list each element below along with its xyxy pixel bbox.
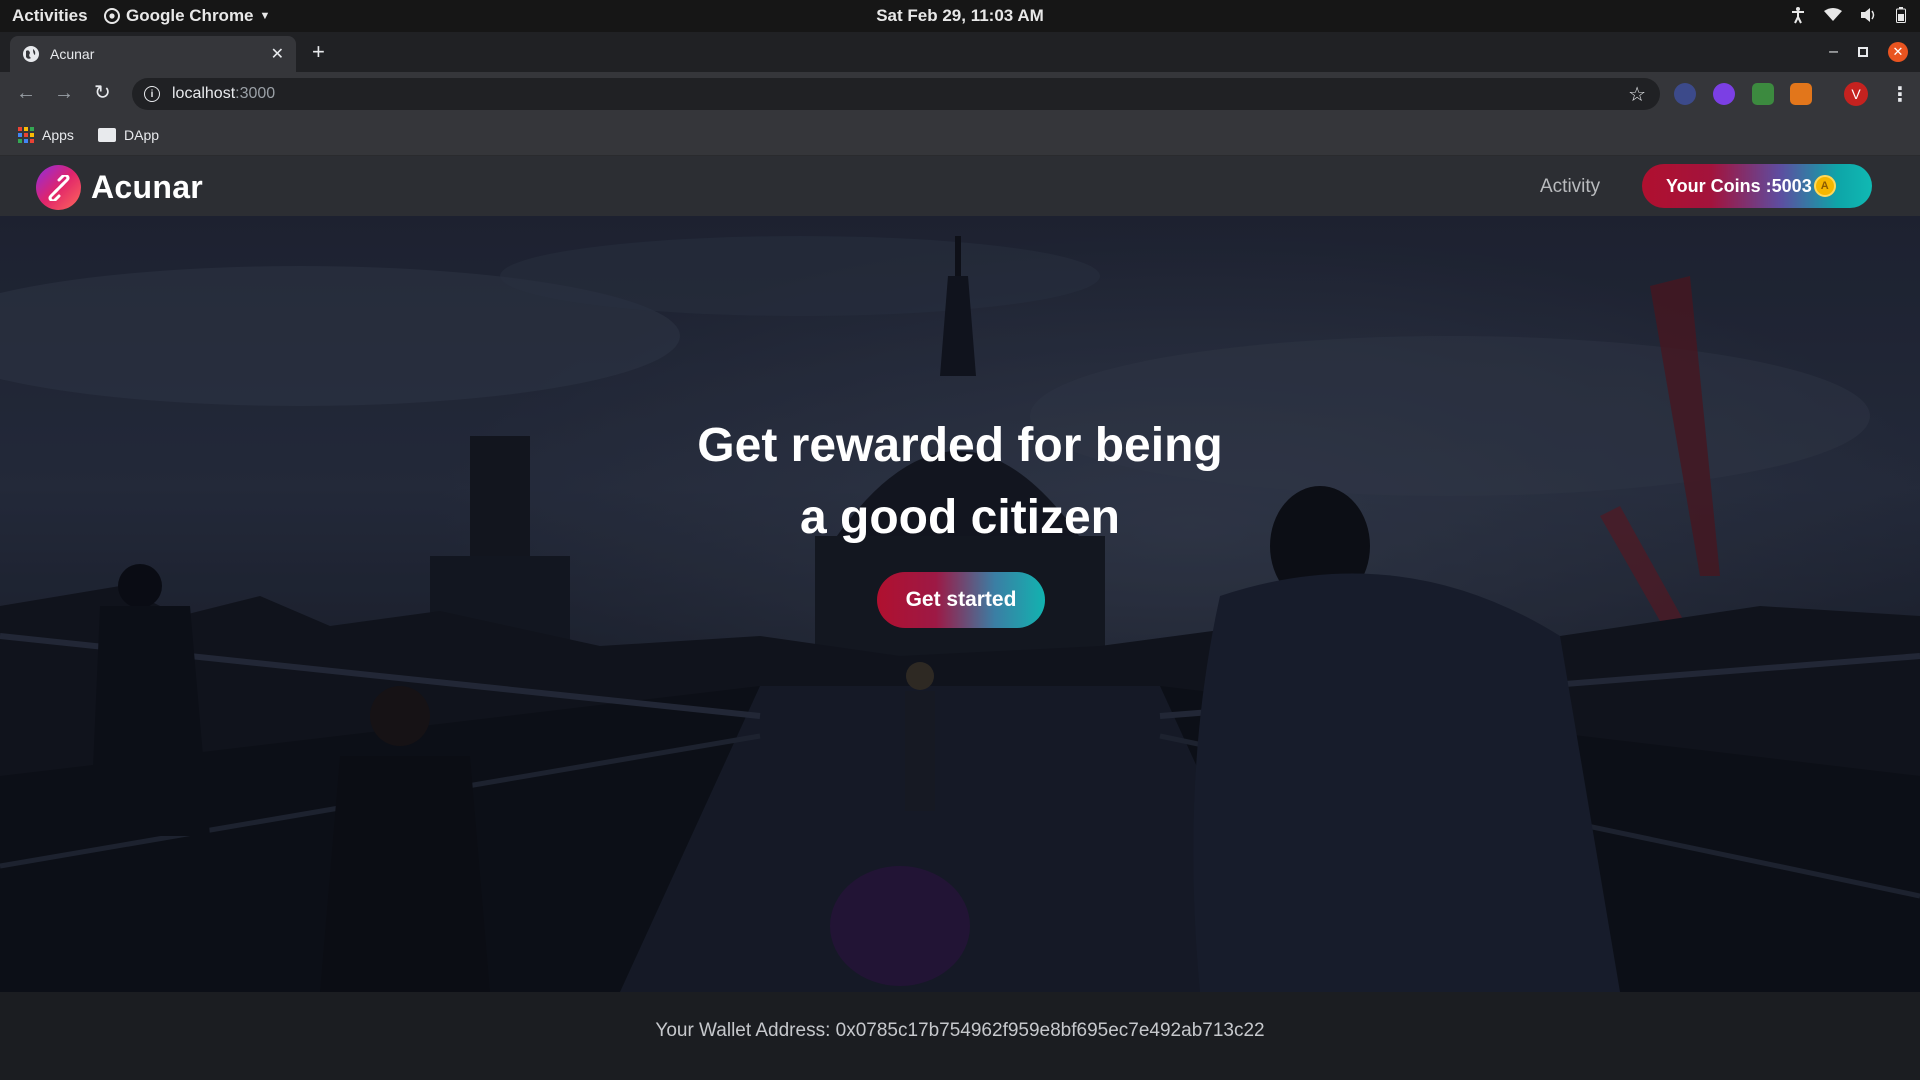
accessibility-icon[interactable] (1790, 6, 1806, 24)
hero-headline: Get rewarded for being a good citizen (0, 410, 1920, 554)
wallet-address: Your Wallet Address: 0x0785c17b754962f95… (655, 1020, 1265, 1041)
wifi-icon[interactable] (1824, 8, 1842, 22)
coin-icon: A (1813, 175, 1836, 197)
coins-balance-button[interactable]: Your Coins :5003 A (1642, 164, 1872, 208)
back-icon[interactable]: ← (16, 83, 36, 103)
window-controls: – ✕ (1829, 42, 1908, 62)
brand[interactable]: Acunar (36, 165, 203, 210)
tab-strip: Acunar ✕ + – ✕ (0, 32, 1920, 72)
forward-icon[interactable]: → (54, 83, 74, 103)
address-bar[interactable]: i localhost:3000 ☆ (132, 78, 1660, 110)
tab-acunar[interactable]: Acunar ✕ (10, 36, 296, 72)
bookmark-dapp-folder[interactable]: DApp (98, 127, 159, 143)
maximize-icon[interactable] (1858, 47, 1868, 57)
browser-toolbar: ← → ↻ i localhost:3000 ☆ V ⋮ (0, 72, 1920, 116)
more-menu-icon[interactable]: ⋮ (1890, 82, 1910, 107)
volume-icon[interactable] (1860, 7, 1878, 23)
extension-eyes-icon[interactable] (1674, 83, 1696, 105)
close-tab-icon[interactable]: ✕ (271, 44, 284, 64)
metamask-fox-icon[interactable] (1790, 83, 1812, 105)
bookmark-apps[interactable]: Apps (18, 127, 74, 143)
close-window-icon[interactable]: ✕ (1888, 42, 1908, 62)
apps-grid-icon (18, 127, 34, 143)
hero-headline-line2: a good citizen (799, 491, 1120, 544)
profile-avatar[interactable]: V (1844, 82, 1868, 106)
chain-link-logo-icon (36, 165, 81, 210)
clock[interactable]: Sat Feb 29, 11:03 AM (0, 6, 1920, 26)
page-viewport: Acunar Activity Your Coins :5003 A Get r… (0, 156, 1920, 1080)
bookmark-star-icon[interactable]: ☆ (1628, 82, 1646, 107)
folder-icon (98, 128, 116, 142)
bookmark-label: DApp (124, 127, 160, 143)
coins-label: Your Coins :5003 (1666, 175, 1812, 196)
tab-title: Acunar (50, 46, 95, 62)
hero-section: Get rewarded for being a good citizen Ge… (0, 216, 1920, 992)
nav-activity-link[interactable]: Activity (1540, 176, 1600, 198)
system-top-bar: Activities Google Chrome ▼ Sat Feb 29, 1… (0, 0, 1920, 32)
globe-icon (23, 46, 39, 62)
system-tray[interactable] (1790, 6, 1906, 24)
bookmark-label: Apps (42, 127, 74, 143)
bookmarks-bar: Apps DApp (0, 116, 1920, 156)
site-footer: Your Wallet Address: 0x0785c17b754962f95… (0, 992, 1920, 1080)
site-navbar: Acunar Activity Your Coins :5003 A (0, 156, 1920, 216)
url-port: :3000 (235, 85, 276, 102)
url-host: localhost (172, 85, 236, 102)
extension-nodejs-icon[interactable] (1752, 83, 1774, 105)
brand-name: Acunar (91, 169, 204, 205)
battery-icon[interactable] (1896, 7, 1906, 23)
get-started-button[interactable]: Get started (877, 572, 1045, 628)
minimize-icon[interactable]: – (1829, 43, 1838, 61)
new-tab-button[interactable]: + (312, 41, 325, 63)
extension-check-icon[interactable] (1713, 83, 1735, 105)
hero-headline-line1: Get rewarded for being (697, 419, 1223, 472)
reload-icon[interactable]: ↻ (94, 83, 111, 103)
site-info-icon[interactable]: i (144, 86, 160, 102)
